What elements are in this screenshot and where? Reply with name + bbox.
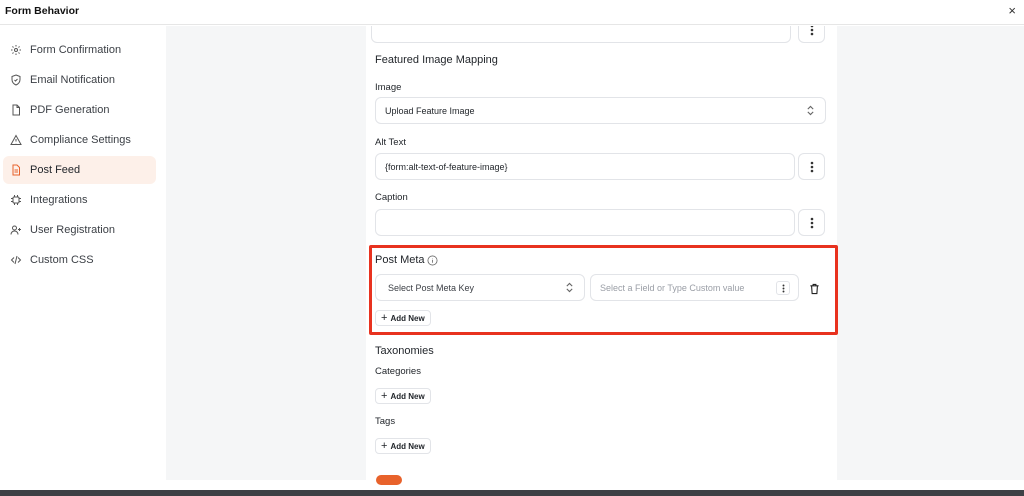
sidebar-item-pdf-generation[interactable]: PDF Generation [3,96,156,124]
user-plus-icon [9,223,23,237]
sort-icon [806,105,815,118]
featured-image-title: Featured Image Mapping [375,54,498,66]
gear-icon [9,43,23,57]
kebab-icon[interactable] [776,281,790,295]
sidebar-item-label: Email Notification [30,74,115,86]
bottom-bar [0,490,1024,496]
caption-input[interactable] [375,209,795,236]
sidebar-item-user-registration[interactable]: User Registration [3,216,156,244]
close-icon[interactable]: × [1008,3,1016,18]
post-meta-title: Post Meta [375,254,425,266]
taxonomies-title: Taxonomies [375,345,434,357]
field-options-button[interactable] [798,26,825,43]
post-meta-add-new-button[interactable]: + Add New [375,310,431,326]
image-select-value: Upload Feature Image [385,105,475,116]
sidebar-item-integrations[interactable]: Integrations [3,186,156,214]
tags-label: Tags [375,416,396,427]
add-new-label: Add New [390,391,425,401]
shield-icon [9,73,23,87]
post-meta-value-input[interactable]: Select a Field or Type Custom value [590,274,799,301]
content-area: Featured Image Mapping Image Upload Feat… [166,26,1024,480]
modal-header: Form Behavior × [0,0,1024,25]
sidebar-item-label: Integrations [30,194,88,206]
file-icon [9,103,23,117]
post-meta-key-placeholder: Select Post Meta Key [388,282,475,293]
caption-options-button[interactable] [798,209,825,236]
sidebar-item-compliance-settings[interactable]: Compliance Settings [3,126,156,154]
plus-icon: + [381,311,388,324]
warning-icon [9,133,23,147]
post-meta-heading: Post Meta [375,254,438,266]
categories-add-new-button[interactable]: + Add New [375,388,431,404]
modal-title: Form Behavior [5,5,80,17]
alt-text-input[interactable]: {form:alt-text-of-feature-image} [375,153,795,180]
document-icon [9,163,23,177]
caption-label: Caption [375,192,408,203]
image-label: Image [375,82,402,93]
sidebar-item-custom-css[interactable]: Custom CSS [3,246,156,274]
categories-label: Categories [375,366,421,377]
kebab-icon [810,217,813,228]
sidebar-item-label: Form Confirmation [30,44,122,56]
add-new-label: Add New [390,441,425,451]
alt-text-label: Alt Text [375,137,406,148]
sidebar-item-label: Custom CSS [30,254,94,266]
sidebar: Form Confirmation Email Notification PDF… [0,26,166,496]
sidebar-item-label: Compliance Settings [30,134,131,146]
truncated-field[interactable] [371,26,791,43]
add-new-label: Add New [390,313,425,323]
sidebar-item-label: User Registration [30,224,115,236]
sidebar-item-email-notification[interactable]: Email Notification [3,66,156,94]
chip-icon [9,193,23,207]
tags-add-new-button[interactable]: + Add New [375,438,431,454]
trash-icon[interactable] [809,282,820,300]
alt-text-options-button[interactable] [798,153,825,180]
toggle-switch[interactable] [376,475,402,485]
post-meta-key-select[interactable]: Select Post Meta Key [375,274,585,301]
kebab-icon [810,161,813,172]
sidebar-item-label: PDF Generation [30,104,110,116]
sort-icon [565,282,574,295]
sidebar-item-form-confirmation[interactable]: Form Confirmation [3,36,156,64]
code-icon [9,253,23,267]
settings-panel: Featured Image Mapping Image Upload Feat… [366,26,837,480]
info-icon[interactable] [427,255,438,266]
image-select[interactable]: Upload Feature Image [375,97,826,124]
post-meta-value-placeholder: Select a Field or Type Custom value [600,282,745,293]
plus-icon: + [381,439,388,452]
sidebar-item-post-feed[interactable]: Post Feed [3,156,156,184]
alt-text-value: {form:alt-text-of-feature-image} [385,161,508,172]
sidebar-item-label: Post Feed [30,164,81,176]
plus-icon: + [381,389,388,402]
